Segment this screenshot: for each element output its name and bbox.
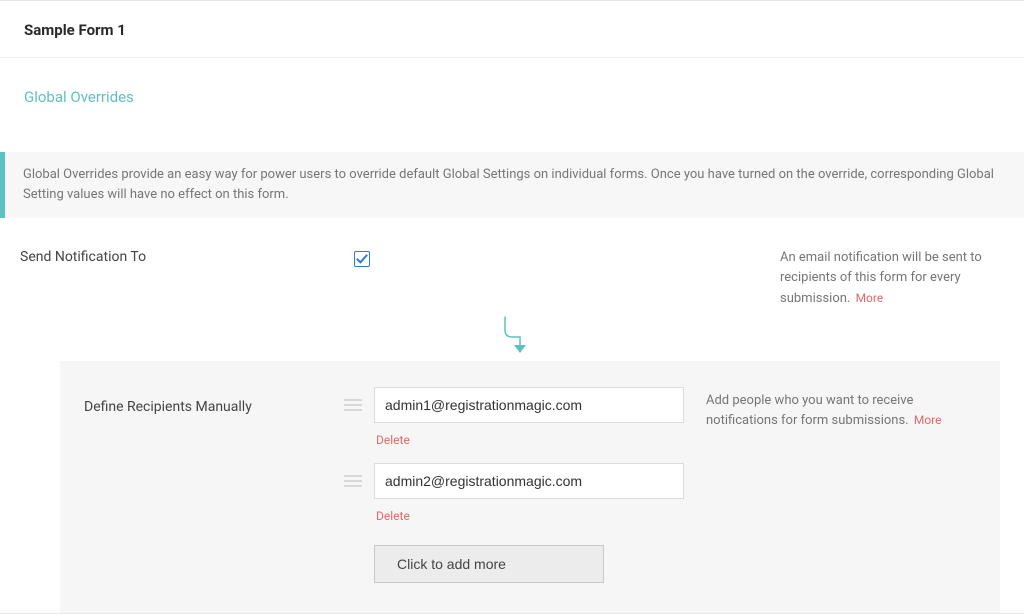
page-container: Sample Form 1 Global Overrides Global Ov… <box>0 0 1024 614</box>
page-title: Sample Form 1 <box>24 21 1000 39</box>
recipients-label: Define Recipients Manually <box>84 387 344 415</box>
info-bar: Global Overrides provide an easy way for… <box>0 152 1024 218</box>
recipients-panel: Define Recipients Manually Delete Delete… <box>60 361 1000 613</box>
arrow-down-icon <box>502 315 534 361</box>
recipient-entry <box>344 463 684 499</box>
delete-recipient-link[interactable]: Delete <box>376 433 410 447</box>
section-title: Global Overrides <box>24 88 134 106</box>
setting-label-notification: Send Notification To <box>20 248 350 265</box>
more-link-recipients[interactable]: More <box>914 413 942 427</box>
recipient-email-input[interactable] <box>374 463 684 499</box>
recipient-entry <box>344 387 684 423</box>
recipient-email-input[interactable] <box>374 387 684 423</box>
section-title-wrap: Global Overrides <box>0 58 1024 152</box>
more-link-notification[interactable]: More <box>856 291 884 305</box>
recipients-list: Delete Delete Click to add more <box>344 387 684 583</box>
info-bar-text: Global Overrides provide an easy way for… <box>23 167 994 202</box>
setting-row-notification: Send Notification To An email notificati… <box>0 218 1024 320</box>
drag-handle-icon[interactable] <box>344 399 364 411</box>
setting-control-notification <box>350 248 380 274</box>
drag-handle-icon[interactable] <box>344 475 364 487</box>
arrow-connector <box>0 321 1024 361</box>
delete-recipient-link[interactable]: Delete <box>376 509 410 523</box>
setting-desc-notification: An email notification will be sent to re… <box>740 248 1000 308</box>
add-recipient-button[interactable]: Click to add more <box>374 545 604 583</box>
recipients-desc: Add people who you want to receive notif… <box>684 387 944 431</box>
notification-checkbox[interactable] <box>354 251 370 267</box>
page-header: Sample Form 1 <box>0 1 1024 58</box>
recipients-desc-text: Add people who you want to receive notif… <box>706 393 913 428</box>
